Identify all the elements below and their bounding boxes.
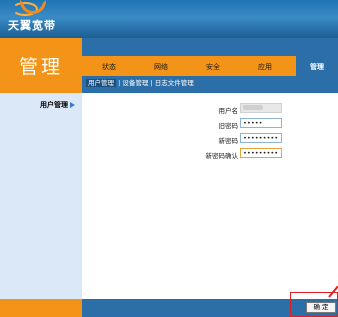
username-value-blurred — [243, 105, 263, 110]
nav-item-security[interactable]: 安全 — [206, 62, 220, 72]
nav-item-network[interactable]: 网络 — [154, 62, 168, 72]
main-content: 用户名 旧密码 ••••• 新密码 ••••••••• 新密码确认 ••••••… — [82, 93, 338, 299]
new-password-label: 新密码 — [218, 137, 239, 145]
form-row-old-password: 旧密码 ••••• — [82, 118, 338, 130]
subnav-separator: | — [150, 79, 153, 87]
nav-item-apps[interactable]: 应用 — [258, 62, 272, 72]
username-field — [240, 103, 282, 113]
form-row-new-password: 新密码 ••••••••• — [82, 133, 338, 145]
sidebar-item-user-management[interactable]: 用户管理 — [40, 100, 75, 110]
top-banner: 天翼宽带 — [0, 0, 338, 38]
footer-bar-left — [0, 299, 82, 317]
new-password-field[interactable]: ••••••••• — [240, 133, 282, 143]
nav-item-manage[interactable]: 管理 — [296, 52, 338, 76]
arrow-right-icon — [70, 102, 75, 108]
subnav-item-user-management[interactable]: 用户管理 — [86, 79, 116, 87]
old-password-label: 旧密码 — [218, 122, 239, 130]
confirm-password-field[interactable]: ••••••••• — [240, 148, 282, 158]
main-nav: 状态 网络 安全 应用 — [82, 56, 296, 76]
subnav-item-device-management[interactable]: 设备管理 — [122, 79, 148, 87]
brand-logo: 天翼宽带 — [6, 0, 78, 36]
nav-item-manage-label: 管理 — [310, 63, 324, 71]
page-title: 管理 — [18, 56, 63, 78]
username-label: 用户名 — [218, 107, 239, 115]
section-title-block: 管理 — [0, 38, 82, 93]
subnav-item-log-management[interactable]: 日志文件管理 — [155, 79, 194, 87]
old-password-field[interactable]: ••••• — [240, 118, 282, 128]
left-sidebar: 用户管理 — [0, 93, 82, 299]
form-row-confirm-password: 新密码确认 ••••••••• — [82, 148, 338, 160]
form-row-username: 用户名 — [82, 103, 338, 115]
confirm-button[interactable]: 确 定 — [306, 302, 336, 313]
nav-item-status[interactable]: 状态 — [102, 62, 116, 72]
logo-text: 天翼宽带 — [8, 19, 56, 32]
sidebar-item-label: 用户管理 — [40, 101, 68, 109]
confirm-password-label: 新密码确认 — [205, 152, 239, 160]
sub-nav: 用户管理 | 设备管理 | 日志文件管理 — [82, 76, 338, 88]
subnav-separator: | — [118, 79, 121, 87]
